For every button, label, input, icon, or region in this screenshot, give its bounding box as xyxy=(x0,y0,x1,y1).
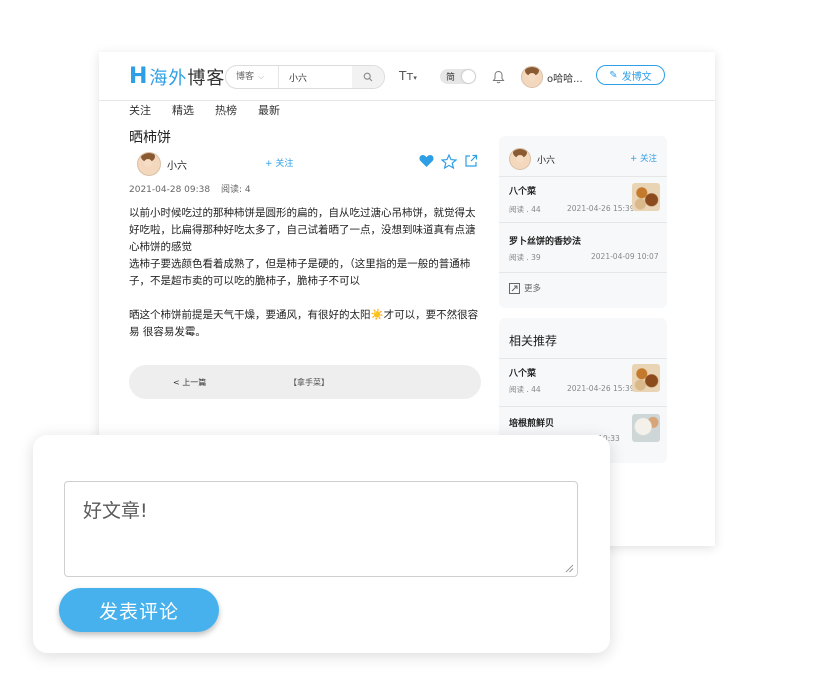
item-reads: 阅读 . 44 xyxy=(509,385,541,394)
author-card: 小六 + 关注 八个菜 阅读 . 44 2021-04-26 15:39 罗卜丝… xyxy=(499,136,667,308)
article-meta: 2021-04-28 09:38 阅读: 4 xyxy=(129,182,259,195)
author-card-follow-button[interactable]: + 关注 xyxy=(630,152,657,164)
tab-follow[interactable]: 关注 xyxy=(129,102,151,118)
pencil-icon: ✎ xyxy=(609,69,618,81)
font-size-button[interactable]: Tт▾ xyxy=(399,69,417,83)
heart-icon[interactable] xyxy=(419,154,434,168)
user-menu[interactable]: o哈哈... xyxy=(521,66,583,88)
share-icon[interactable] xyxy=(464,154,478,168)
more-link[interactable]: 更多 xyxy=(509,282,541,294)
item-thumbnail xyxy=(632,364,660,392)
list-item[interactable]: 罗卜丝饼的香妙法 阅读 . 39 2021-04-09 10:07 xyxy=(499,222,667,268)
follow-button[interactable]: + 关注 xyxy=(265,156,293,169)
article-author[interactable]: 小六 xyxy=(137,152,187,176)
author-card-head[interactable]: 小六 xyxy=(509,148,555,170)
related-heading: 相关推荐 xyxy=(509,334,558,348)
username: o哈哈... xyxy=(547,73,583,85)
star-icon[interactable] xyxy=(441,154,457,169)
top-bar: H 海外博客 博客 ⌵ 小六 Tт▾ 简 o哈哈... ✎ 发博文 xyxy=(99,52,715,101)
notification-button[interactable] xyxy=(492,69,505,88)
tab-latest[interactable]: 最新 xyxy=(258,102,280,118)
caret-down-icon: ▾ xyxy=(413,74,417,82)
new-post-button[interactable]: ✎ 发博文 xyxy=(596,65,665,85)
language-toggle[interactable]: 简 xyxy=(440,69,476,84)
author-name: 小六 xyxy=(167,160,187,172)
list-item[interactable]: 八个菜 阅读 . 44 2021-04-26 15:39 xyxy=(499,176,667,222)
search-input[interactable]: 小六 xyxy=(279,71,352,84)
item-date: 2021-04-26 15:39 xyxy=(567,384,635,393)
item-thumbnail xyxy=(632,183,660,211)
article-title: 晒柿饼 xyxy=(129,130,171,146)
article-reads: 阅读: 4 xyxy=(220,185,251,195)
language-label: 简 xyxy=(446,73,456,83)
search-icon xyxy=(363,72,373,82)
avatar xyxy=(521,66,543,88)
prev-article-link[interactable]: < 上一篇 xyxy=(173,377,206,388)
author-avatar xyxy=(137,152,161,176)
item-title: 罗卜丝饼的香妙法 xyxy=(509,237,582,247)
item-thumbnail xyxy=(632,414,660,442)
paragraph: 晒这个柿饼前提是天气干燥，要通风，有很好的太阳☀️才可以，要不然很容易 很容易发… xyxy=(129,309,479,338)
article-content: 以前小时候吃过的那种柿饼是圆形的扁的，自从吃过溏心吊柿饼，就觉得太好吃啦，比扁得… xyxy=(129,205,479,341)
category-link[interactable]: 【拿手菜】 xyxy=(289,377,329,388)
item-title: 八个菜 xyxy=(509,369,537,379)
item-title: 培根煎鲜贝 xyxy=(509,419,555,429)
divider xyxy=(499,272,667,273)
author-card-avatar xyxy=(509,148,531,170)
bell-icon xyxy=(492,70,505,84)
chevron-down-icon: ⌵ xyxy=(258,72,265,81)
list-item[interactable]: 八个菜 阅读 . 44 2021-04-26 15:39 xyxy=(499,358,667,406)
search-type-select[interactable]: 博客 ⌵ xyxy=(226,66,279,88)
logo-text-blue: 海外 xyxy=(149,68,188,89)
item-date: 2021-04-09 10:07 xyxy=(591,252,659,261)
logo-mark: H xyxy=(129,64,148,89)
comment-text: 好文章! xyxy=(83,500,148,522)
site-logo[interactable]: H 海外博客 xyxy=(129,64,225,90)
item-title: 八个菜 xyxy=(509,187,537,197)
logo-text-rest: 博客 xyxy=(187,68,226,89)
external-link-icon xyxy=(509,282,520,294)
item-reads: 阅读 . 44 xyxy=(509,205,541,214)
comment-input[interactable]: 好文章! xyxy=(64,481,578,577)
article-pager: < 上一篇 【拿手菜】 xyxy=(129,365,481,399)
author-card-name: 小六 xyxy=(537,155,556,166)
article-actions xyxy=(419,154,478,169)
paragraph: 以前小时候吃过的那种柿饼是圆形的扁的，自从吃过溏心吊柿饼，就觉得太好吃啦，比扁得… xyxy=(129,207,476,253)
item-reads: 阅读 . 39 xyxy=(509,253,541,262)
paragraph xyxy=(129,290,479,307)
toggle-knob xyxy=(462,70,475,83)
comment-panel: 好文章! 发表评论 xyxy=(33,435,610,653)
nav-tabs: 关注 精选 热榜 最新 xyxy=(129,102,301,118)
tab-hot[interactable]: 热榜 xyxy=(215,102,237,118)
tab-featured[interactable]: 精选 xyxy=(172,102,194,118)
resize-handle-icon[interactable] xyxy=(565,564,574,573)
search-button[interactable] xyxy=(352,66,384,88)
submit-comment-button[interactable]: 发表评论 xyxy=(59,588,219,632)
article-date: 2021-04-28 09:38 xyxy=(129,185,211,195)
item-date: 2021-04-26 15:39 xyxy=(567,204,635,213)
paragraph: 选柿子要选颜色看着成熟了，但是柿子是硬的，（这里指的是一般的普通柿子，不是超市卖… xyxy=(129,258,471,287)
search-bar: 博客 ⌵ 小六 xyxy=(225,65,385,89)
